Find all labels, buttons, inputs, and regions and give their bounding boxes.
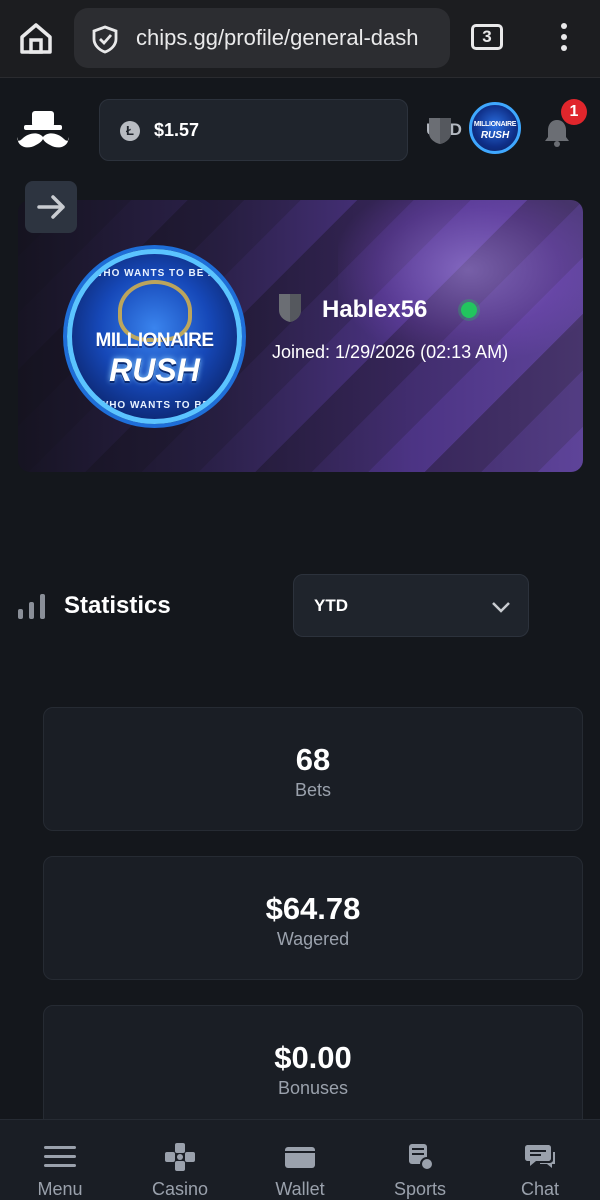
nav-menu[interactable]: Menu xyxy=(0,1120,120,1200)
online-status-indicator xyxy=(461,302,477,318)
statistics-heading: Statistics xyxy=(64,592,171,619)
balance-selector[interactable]: Ł $1.57 USD xyxy=(99,99,486,161)
more-options-icon[interactable] xyxy=(556,20,572,56)
nav-casino[interactable]: Casino xyxy=(120,1120,240,1200)
nav-label: Wallet xyxy=(275,1179,325,1199)
address-bar[interactable]: chips.gg/profile/general-dash xyxy=(74,8,450,68)
notification-count-badge: 1 xyxy=(561,99,587,125)
rank-shield-icon xyxy=(278,293,302,323)
nav-chat[interactable]: Chat xyxy=(480,1120,600,1200)
mustache-logo-icon[interactable] xyxy=(16,109,70,153)
nav-label: Menu xyxy=(37,1179,83,1199)
tab-count-button[interactable]: 3 xyxy=(471,24,503,50)
site-security-icon[interactable] xyxy=(90,24,120,54)
stat-label: Bets xyxy=(294,780,332,800)
stat-card-wagered: $64.78 Wagered xyxy=(43,856,583,980)
site-header: Ł $1.57 USD MILLIONAIRE RUSH 1 xyxy=(0,79,600,179)
balance-amount: $1.57 xyxy=(154,120,200,140)
menu-icon xyxy=(42,1142,78,1172)
stat-label: Wagered xyxy=(276,929,350,949)
stat-value: $0.00 xyxy=(274,1040,352,1075)
bar-chart-icon xyxy=(17,591,47,621)
joined-date: Joined: 1/29/2026 (02:13 AM) xyxy=(272,342,509,362)
home-icon[interactable] xyxy=(16,18,56,58)
user-avatar[interactable]: MILLIONAIRE RUSH xyxy=(469,102,521,154)
profile-banner: WHO WANTS TO BE A MILLIONAIRE RUSH WHO W… xyxy=(18,200,583,472)
bottom-navigation: Menu Casino Wallet Sports Chat xyxy=(0,1119,600,1200)
nav-label: Chat xyxy=(520,1179,560,1199)
stat-value: 68 xyxy=(295,742,331,777)
nav-label: Casino xyxy=(151,1179,209,1199)
period-dropdown[interactable]: YTD xyxy=(293,574,529,637)
nav-label: Sports xyxy=(393,1179,447,1199)
nav-sports[interactable]: Sports xyxy=(360,1120,480,1200)
username: Hablex56 xyxy=(322,296,428,323)
expand-sidebar-button[interactable] xyxy=(25,181,77,233)
chat-icon xyxy=(522,1142,558,1172)
stat-label: Bonuses xyxy=(277,1078,349,1098)
arrow-right-icon xyxy=(37,195,65,219)
casino-icon xyxy=(162,1142,198,1172)
profile-avatar: WHO WANTS TO BE A MILLIONAIRE RUSH WHO W… xyxy=(67,249,242,424)
wallet-icon xyxy=(282,1142,318,1172)
litecoin-icon: Ł xyxy=(120,121,140,141)
url-text: chips.gg/profile/general-dash xyxy=(136,25,419,50)
period-value: YTD xyxy=(314,596,348,615)
sports-icon xyxy=(402,1142,438,1172)
browser-toolbar: chips.gg/profile/general-dash 3 xyxy=(0,0,600,78)
nav-wallet[interactable]: Wallet xyxy=(240,1120,360,1200)
stat-value: $64.78 xyxy=(265,891,361,926)
chevron-down-icon xyxy=(490,596,512,618)
stat-card-bets: 68 Bets xyxy=(43,707,583,831)
rank-shield-icon[interactable] xyxy=(428,117,452,145)
stat-card-bonuses: $0.00 Bonuses xyxy=(43,1005,583,1129)
